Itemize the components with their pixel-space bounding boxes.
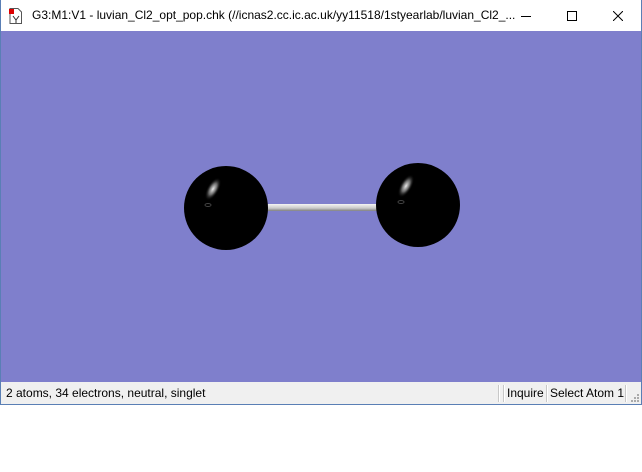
window-title: G3:M1:V1 - luvian_Cl2_opt_pop.chk (//icn… <box>32 8 516 22</box>
status-separator <box>498 385 500 402</box>
status-action: Select Atom 1 <box>550 386 625 400</box>
status-mode: Inquire <box>507 386 544 400</box>
molecule-render[interactable] <box>1 31 641 382</box>
atom-cl-1[interactable] <box>184 166 268 250</box>
resize-grip-icon[interactable] <box>631 394 639 402</box>
status-separator <box>625 385 627 402</box>
molecule-summary: 2 atoms, 34 electrons, neutral, singlet <box>6 386 206 400</box>
maximize-icon <box>567 10 577 21</box>
title-bar[interactable]: G3:M1:V1 - luvian_Cl2_opt_pop.chk (//icn… <box>1 0 641 31</box>
atom-cl-2[interactable] <box>376 163 460 247</box>
bond-cl-cl[interactable] <box>263 204 381 211</box>
minimize-icon <box>521 15 531 17</box>
close-icon <box>613 10 623 21</box>
molecule-view-window: G3:M1:V1 - luvian_Cl2_opt_pop.chk (//icn… <box>0 0 642 405</box>
minimize-button[interactable] <box>503 0 549 31</box>
status-separator <box>546 385 548 402</box>
close-button[interactable] <box>595 0 641 31</box>
molecule-3d-viewport[interactable] <box>1 31 641 382</box>
status-bar: 2 atoms, 34 electrons, neutral, singlet … <box>1 382 641 404</box>
gaussview-app-icon[interactable] <box>9 8 22 24</box>
status-separator <box>503 385 505 402</box>
maximize-button[interactable] <box>549 0 595 31</box>
